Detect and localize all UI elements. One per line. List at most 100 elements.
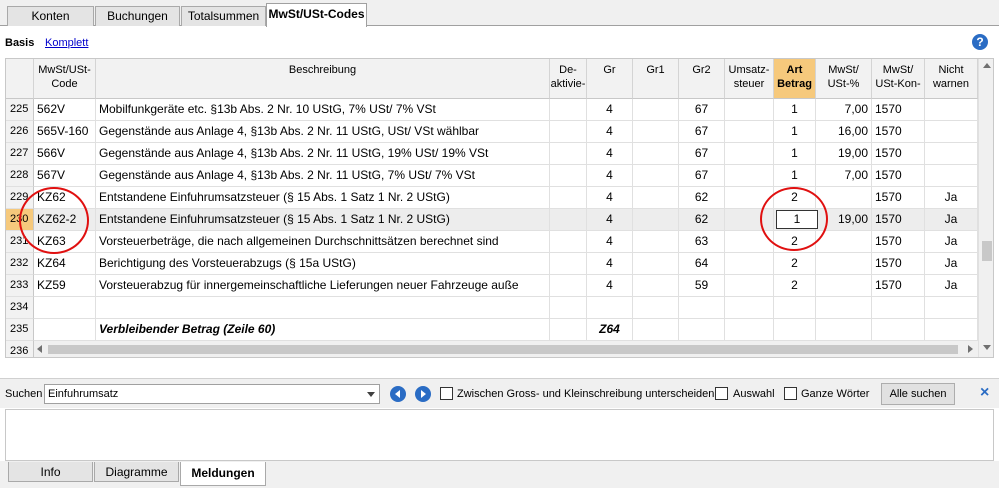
cell-mwst-pct[interactable]: 19,00 bbox=[816, 209, 872, 231]
cell-mwst-konto[interactable]: 1570 bbox=[872, 121, 925, 143]
cell-mwst-konto[interactable] bbox=[872, 297, 925, 319]
art-betrag-edit-field[interactable]: 1 bbox=[776, 210, 818, 229]
row-number[interactable]: 229 bbox=[6, 187, 34, 209]
row-number[interactable]: 225 bbox=[6, 99, 34, 121]
view-basis[interactable]: Basis bbox=[5, 37, 34, 49]
cell-nicht-warnen[interactable]: Ja bbox=[925, 231, 978, 253]
cell-mwst-pct[interactable]: 7,00 bbox=[816, 165, 872, 187]
cell-art-betrag[interactable]: 2 bbox=[774, 231, 816, 253]
cell-description[interactable]: Berichtigung des Vorsteuerabzugs (§ 15a … bbox=[96, 253, 550, 275]
cell-nicht-warnen[interactable] bbox=[925, 143, 978, 165]
cell-mwst-konto[interactable]: 1570 bbox=[872, 165, 925, 187]
cell-description[interactable]: Gegenstände aus Anlage 4, §13b Abs. 2 Nr… bbox=[96, 165, 550, 187]
cell-umsatzsteuer[interactable] bbox=[725, 231, 774, 253]
search-prev-icon[interactable] bbox=[390, 386, 406, 402]
cell-mwst-konto[interactable]: 1570 bbox=[872, 99, 925, 121]
row-number[interactable]: 236 bbox=[6, 341, 34, 357]
cell-description[interactable]: Verbleibender Betrag (Zeile 60) bbox=[96, 319, 550, 341]
whole-words-checkbox[interactable] bbox=[784, 387, 797, 400]
cell-gr1[interactable] bbox=[633, 231, 679, 253]
cell-mwst-pct[interactable] bbox=[816, 231, 872, 253]
row-number[interactable]: 232 bbox=[6, 253, 34, 275]
cell-code[interactable]: KZ63 bbox=[34, 231, 96, 253]
cell-umsatzsteuer[interactable] bbox=[725, 99, 774, 121]
cell-mwst-pct[interactable] bbox=[816, 297, 872, 319]
cell-gr[interactable]: 4 bbox=[587, 253, 633, 275]
cell-umsatzsteuer[interactable] bbox=[725, 143, 774, 165]
cell-art-betrag[interactable]: 2 bbox=[774, 253, 816, 275]
cell-gr2[interactable]: 62 bbox=[679, 187, 725, 209]
cell-mwst-konto[interactable]: 1570 bbox=[872, 209, 925, 231]
cell-gr1[interactable] bbox=[633, 165, 679, 187]
cell-code[interactable]: 567V bbox=[34, 165, 96, 187]
cell-gr[interactable]: Z64 bbox=[587, 319, 633, 341]
header-nicht-warnen[interactable]: Nicht warnen bbox=[925, 59, 978, 99]
cell-code[interactable]: KZ62 bbox=[34, 187, 96, 209]
cell-description[interactable]: Entstandene Einfuhrumsatzsteuer (§ 15 Ab… bbox=[96, 187, 550, 209]
row-number[interactable]: 226 bbox=[6, 121, 34, 143]
cell-mwst-pct[interactable]: 7,00 bbox=[816, 99, 872, 121]
row-number[interactable]: 233 bbox=[6, 275, 34, 297]
cell-nicht-warnen[interactable] bbox=[925, 165, 978, 187]
cell-gr2[interactable]: 62 bbox=[679, 209, 725, 231]
vertical-scrollbar[interactable] bbox=[978, 59, 993, 357]
cell-description[interactable]: Mobilfunkgeräte etc. §13b Abs. 2 Nr. 10 … bbox=[96, 99, 550, 121]
cell-deaktiviert[interactable] bbox=[550, 99, 587, 121]
row-number[interactable]: 227 bbox=[6, 143, 34, 165]
cell-nicht-warnen[interactable] bbox=[925, 121, 978, 143]
cell-gr1[interactable] bbox=[633, 187, 679, 209]
cell-deaktiviert[interactable] bbox=[550, 187, 587, 209]
cell-gr1[interactable] bbox=[633, 319, 679, 341]
cell-code[interactable]: KZ62-2 bbox=[34, 209, 96, 231]
cell-mwst-pct[interactable]: 19,00 bbox=[816, 143, 872, 165]
cell-umsatzsteuer[interactable] bbox=[725, 165, 774, 187]
cell-mwst-konto[interactable]: 1570 bbox=[872, 187, 925, 209]
table-row[interactable]: 228 567V Gegenstände aus Anlage 4, §13b Ab… bbox=[6, 165, 993, 187]
cell-code[interactable]: KZ64 bbox=[34, 253, 96, 275]
cell-gr2[interactable]: 67 bbox=[679, 143, 725, 165]
scroll-right-icon[interactable] bbox=[968, 345, 973, 353]
cell-mwst-pct[interactable]: 16,00 bbox=[816, 121, 872, 143]
cell-deaktiviert[interactable] bbox=[550, 209, 587, 231]
cell-gr[interactable]: 4 bbox=[587, 143, 633, 165]
cell-deaktiviert[interactable] bbox=[550, 165, 587, 187]
cell-umsatzsteuer[interactable] bbox=[725, 275, 774, 297]
table-row[interactable]: 231 KZ63 Vorsteuerbeträge, die nach allgem… bbox=[6, 231, 993, 253]
table-row[interactable]: 225 562V Mobilfunkgeräte etc. §13b Abs. 2 … bbox=[6, 99, 993, 121]
cell-art-betrag[interactable] bbox=[774, 319, 816, 341]
scroll-left-icon[interactable] bbox=[37, 345, 42, 353]
cell-description[interactable] bbox=[96, 297, 550, 319]
table-row[interactable]: 226 565V-160 Gegenstände aus Anlage 4, §13… bbox=[6, 121, 993, 143]
cell-gr[interactable]: 4 bbox=[587, 187, 633, 209]
cell-gr1[interactable] bbox=[633, 209, 679, 231]
header-mwst-pct[interactable]: MwSt/USt-% bbox=[816, 59, 872, 99]
vertical-scroll-thumb[interactable] bbox=[982, 241, 992, 261]
table-row[interactable]: 233 KZ59 Vorsteuerabzug für innergemeinsch… bbox=[6, 275, 993, 297]
row-number[interactable]: 234 bbox=[6, 297, 34, 319]
header-deaktiviert[interactable]: De-aktivie- bbox=[550, 59, 587, 99]
cell-gr1[interactable] bbox=[633, 143, 679, 165]
cell-nicht-warnen[interactable]: Ja bbox=[925, 253, 978, 275]
cell-art-betrag[interactable]: 2 bbox=[774, 187, 816, 209]
row-number[interactable]: 230 bbox=[6, 209, 34, 231]
cell-gr2[interactable]: 67 bbox=[679, 99, 725, 121]
header-gr2[interactable]: Gr2 bbox=[679, 59, 725, 99]
cell-mwst-konto[interactable]: 1570 bbox=[872, 275, 925, 297]
chevron-down-icon[interactable] bbox=[367, 392, 375, 397]
cell-nicht-warnen[interactable]: Ja bbox=[925, 209, 978, 231]
cell-description[interactable]: Gegenstände aus Anlage 4, §13b Abs. 2 Nr… bbox=[96, 143, 550, 165]
tab-totalsummen[interactable]: Totalsummen bbox=[181, 6, 266, 26]
tab-info[interactable]: Info bbox=[8, 462, 93, 482]
cell-umsatzsteuer[interactable] bbox=[725, 297, 774, 319]
header-art-betrag[interactable]: Art Betrag bbox=[774, 59, 816, 99]
tab-meldungen[interactable]: Meldungen bbox=[180, 462, 266, 486]
cell-gr2[interactable]: 67 bbox=[679, 165, 725, 187]
cell-umsatzsteuer[interactable] bbox=[725, 319, 774, 341]
cell-gr[interactable] bbox=[587, 297, 633, 319]
auswahl-checkbox[interactable] bbox=[715, 387, 728, 400]
cell-mwst-konto[interactable]: 1570 bbox=[872, 143, 925, 165]
cell-code[interactable]: 562V bbox=[34, 99, 96, 121]
cell-code[interactable] bbox=[34, 297, 96, 319]
table-row[interactable]: 230 KZ62-2 Entstandene Einfuhrumsatzsteuer… bbox=[6, 209, 993, 231]
row-number[interactable]: 231 bbox=[6, 231, 34, 253]
